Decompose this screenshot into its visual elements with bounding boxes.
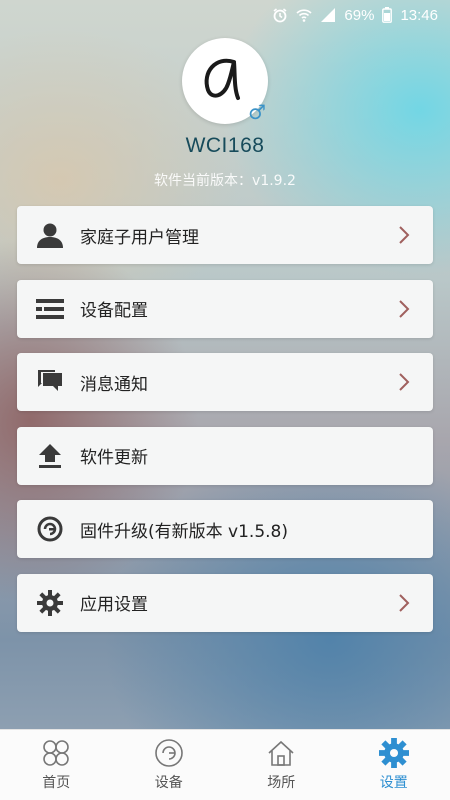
menu-item-family-users[interactable]: 家庭子用户管理 [17, 206, 433, 264]
tab-places[interactable]: 场所 [225, 730, 338, 800]
menu-item-label: 应用设置 [80, 595, 148, 615]
tab-home[interactable]: 首页 [0, 730, 113, 800]
status-bar: 69% 13:46 [0, 0, 450, 30]
list-icon [36, 295, 64, 323]
tab-label: 场所 [267, 775, 296, 791]
wifi-icon [296, 9, 312, 22]
avatar-logo-icon [204, 58, 240, 100]
tab-label: 设置 [379, 775, 408, 791]
menu-item-label: 设备配置 [80, 301, 148, 321]
clock-time: 13:46 [400, 6, 438, 24]
tab-label: 设备 [154, 775, 183, 791]
chevron-right-icon [399, 299, 410, 318]
tab-settings[interactable]: 设置 [338, 730, 450, 800]
signal-icon [321, 8, 336, 22]
menu-item-label: 家庭子用户管理 [80, 227, 199, 248]
battery-icon [382, 7, 393, 23]
alarm-icon [273, 8, 287, 23]
menu-item-firmware-upgrade[interactable]: 固件升级(有新版本 v1.5.8) [17, 500, 433, 558]
menu-item-label: 固件升级(有新版本 v1.5.8) [80, 521, 288, 542]
gear-icon [36, 589, 64, 617]
chevron-right-icon [399, 373, 410, 391]
menu-item-app-settings[interactable]: 应用设置 [17, 573, 433, 632]
upload-icon [36, 442, 64, 470]
profile-header: ♂ WCI168 软件当前版本：v1.9.2 [0, 38, 450, 190]
user-icon [36, 221, 64, 249]
settings-menu: 家庭子用户管理 设备配置 消息通知 软件更新 固件升级(有新版本 v1.5.8)… [17, 206, 433, 647]
gender-male-icon: ♂ [248, 100, 266, 124]
menu-item-notifications[interactable]: 消息通知 [17, 353, 433, 411]
bottom-tab-bar: 首页 设备 场所 设置 [0, 729, 450, 800]
battery-percent: 69% [344, 6, 375, 24]
software-version: 软件当前版本：v1.9.2 [154, 173, 296, 189]
menu-item-label: 消息通知 [80, 374, 148, 395]
firmware-icon [36, 515, 64, 543]
username: WCI168 [185, 134, 265, 157]
home-grid-icon [43, 740, 70, 766]
menu-item-device-config[interactable]: 设备配置 [17, 279, 433, 338]
avatar[interactable]: ♂ [182, 38, 268, 124]
house-icon [268, 740, 294, 766]
tab-label: 首页 [42, 775, 71, 791]
menu-item-software-update[interactable]: 软件更新 [17, 426, 433, 485]
chat-icon [36, 368, 64, 396]
settings-gear-icon [378, 738, 409, 768]
tab-devices[interactable]: 设备 [113, 730, 226, 800]
chevron-right-icon [399, 593, 410, 612]
device-icon [154, 739, 183, 767]
chevron-right-icon [399, 226, 410, 244]
menu-item-label: 软件更新 [80, 448, 148, 468]
